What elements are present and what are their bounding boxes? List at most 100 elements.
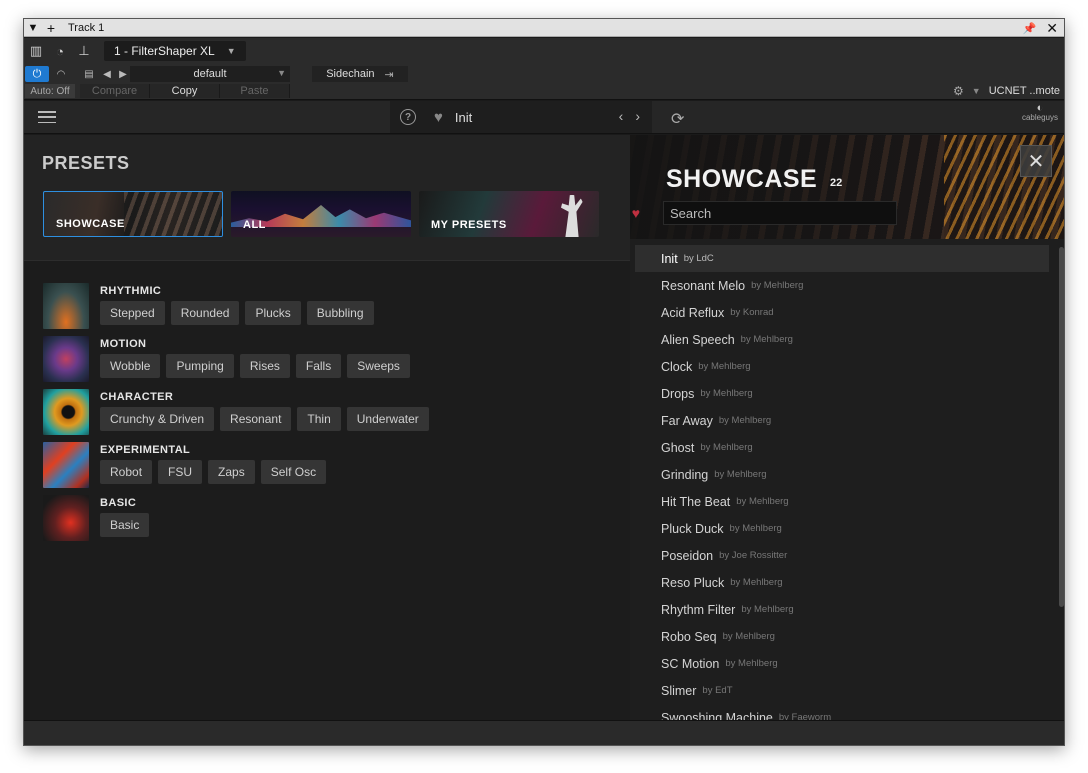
scrollbar[interactable] <box>1059 247 1064 607</box>
close-panel-button[interactable]: ✕ <box>1020 145 1052 177</box>
hamburger-menu-icon[interactable] <box>38 109 56 125</box>
preset-name: Resonant Melo <box>661 278 746 293</box>
tag-button[interactable]: Zaps <box>208 460 255 484</box>
presets-title: PRESETS <box>42 153 130 173</box>
tag-button[interactable]: Wobble <box>100 354 161 378</box>
preset-author: by Mehlberg <box>751 280 804 291</box>
preset-name: Drops <box>661 386 695 401</box>
host-preset-select[interactable]: default ▼ <box>130 66 290 82</box>
group-thumbnail <box>43 283 89 329</box>
preset-name: Init <box>661 251 678 266</box>
preset-list-item[interactable]: Hit The Beat by Mehlberg <box>635 488 1049 515</box>
close-window-icon[interactable]: ✕ <box>1046 20 1058 37</box>
category-label: SHOWCASE <box>56 218 125 230</box>
tag-button[interactable]: Sweeps <box>347 354 410 378</box>
showcase-header: SHOWCASE 22 ✕ <box>630 135 1064 239</box>
current-preset-name[interactable]: Init <box>455 110 472 125</box>
preset-author: by Mehlberg <box>718 415 772 426</box>
tag-button[interactable]: Bubbling <box>306 301 374 325</box>
preset-list-item[interactable]: Slimer by EdT <box>635 677 1049 704</box>
preset-list-item[interactable]: Alien Speech by Mehlberg <box>635 326 1049 353</box>
paste-button[interactable]: Paste <box>220 84 290 98</box>
presets-panel: PRESETS SHOWCASE ALL MY PRESETS ♥ RHYTHM… <box>24 135 640 720</box>
preset-author: by Mehlberg <box>698 361 751 372</box>
preset-list-item[interactable]: Robo Seq by Mehlberg <box>635 623 1049 650</box>
category-showcase[interactable]: SHOWCASE <box>43 191 223 237</box>
logo-mark-icon: ◐ <box>1036 102 1044 114</box>
preset-author: by Mehlberg <box>700 442 753 453</box>
tag-button[interactable]: Falls <box>295 354 342 378</box>
preset-author: by Mehlberg <box>725 658 778 669</box>
copy-button[interactable]: Copy <box>150 84 220 98</box>
preset-list-item[interactable]: Init by LdC <box>635 245 1049 272</box>
preset-browser-bar: ? ♥ Init ‹ › <box>390 101 652 133</box>
tag-button[interactable]: Underwater <box>346 407 429 431</box>
tag-button[interactable]: Robot <box>100 460 153 484</box>
chevron-down-icon: ▼ <box>226 46 236 56</box>
preset-list-item[interactable]: Far Away by Mehlberg <box>635 407 1049 434</box>
favorites-heart-icon[interactable]: ♥ <box>632 205 640 221</box>
automation-button[interactable]: Auto: Off <box>25 84 75 98</box>
network-icon[interactable]: ⊥ <box>72 41 96 61</box>
refresh-icon[interactable]: ⟳ <box>671 109 684 129</box>
preset-name: Pluck Duck <box>661 521 724 536</box>
preset-name: Poseidon <box>661 548 714 563</box>
preset-list-item[interactable]: Swooshing Machine by Faeworm <box>635 704 1049 721</box>
tag-button[interactable]: Plucks <box>245 301 301 325</box>
tag-button[interactable]: FSU <box>158 460 203 484</box>
tag-button[interactable]: Pumping <box>166 354 234 378</box>
chevron-down-icon[interactable]: ▼ <box>972 86 981 96</box>
gear-icon[interactable]: ⚙ <box>953 84 964 98</box>
help-icon[interactable]: ? <box>400 109 416 125</box>
preset-list-item[interactable]: SC Motion by Mehlberg <box>635 650 1049 677</box>
tag-button[interactable]: Basic <box>100 513 150 537</box>
preset-list-item[interactable]: Pluck Duck by Mehlberg <box>635 515 1049 542</box>
preset-count: 22 <box>830 177 843 189</box>
compare-button[interactable]: Compare <box>80 84 150 98</box>
preset-list-item[interactable]: Rhythm Filter by Mehlberg <box>635 596 1049 623</box>
preset-list-item[interactable]: Ghost by Mehlberg <box>635 434 1049 461</box>
tag-button[interactable]: Stepped <box>100 301 165 325</box>
category-label: ALL <box>243 219 266 231</box>
tag-button[interactable]: Rises <box>239 354 290 378</box>
preset-name: Reso Pluck <box>661 575 725 590</box>
mixer-icon[interactable]: ▥ <box>24 41 48 61</box>
tag-button[interactable]: Thin <box>297 407 341 431</box>
sidechain-button[interactable]: Sidechain ⇥ <box>312 66 408 82</box>
preset-list-item[interactable]: Poseidon by Joe Rossitter <box>635 542 1049 569</box>
tag-button[interactable]: Rounded <box>170 301 240 325</box>
host-preset-bar: ⏻ ◠ ▤ ◀ ▶ default ▼ Sidechain ⇥ Auto: Of… <box>24 64 1064 100</box>
category-all[interactable]: ALL <box>231 191 411 237</box>
preset-author: by Mehlberg <box>714 469 767 480</box>
preset-list-item[interactable]: Clock by Mehlberg <box>635 353 1049 380</box>
pin-icon[interactable]: 📌 <box>1023 22 1037 35</box>
plugin-selector[interactable]: 1 - FilterShaper XL ▼ <box>104 41 246 61</box>
tag-button[interactable]: Self Osc <box>260 460 327 484</box>
category-my-presets[interactable]: MY PRESETS <box>419 191 599 237</box>
preset-name: Far Away <box>661 413 713 428</box>
collapse-icon[interactable]: ▼ <box>24 19 42 37</box>
preset-name: SC Motion <box>661 656 720 671</box>
preset-list-item[interactable]: Reso Pluck by Mehlberg <box>635 569 1049 596</box>
presets-header: PRESETS SHOWCASE ALL MY PRESETS ♥ <box>24 135 640 261</box>
prev-preset-arrow-icon[interactable]: ‹ <box>619 108 624 124</box>
search-input[interactable] <box>663 201 897 225</box>
add-icon[interactable]: + <box>42 19 60 37</box>
preset-author: by Mehlberg <box>730 577 783 588</box>
preset-name: Clock <box>661 359 693 374</box>
preset-list-item[interactable]: Grinding by Mehlberg <box>635 461 1049 488</box>
remote-label[interactable]: UCNET ..mote <box>989 85 1060 97</box>
close-icon: ✕ <box>1027 150 1045 173</box>
power-button[interactable]: ⏻ <box>25 66 49 82</box>
preset-list-item[interactable]: Resonant Melo by Mehlberg <box>635 272 1049 299</box>
tag-button[interactable]: Crunchy & Driven <box>100 407 215 431</box>
tag-button[interactable]: Resonant <box>220 407 292 431</box>
next-preset-arrow-icon[interactable]: › <box>635 108 640 124</box>
routing-icon[interactable]: ◔ <box>48 41 72 61</box>
heart-icon[interactable]: ♥ <box>434 109 443 126</box>
headphones-icon[interactable]: ◠ <box>50 66 72 82</box>
preset-list-item[interactable]: Acid Reflux by Konrad <box>635 299 1049 326</box>
group-thumbnail <box>43 442 89 488</box>
group-title: RHYTHMIC <box>100 285 162 297</box>
preset-list-item[interactable]: Drops by Mehlberg <box>635 380 1049 407</box>
